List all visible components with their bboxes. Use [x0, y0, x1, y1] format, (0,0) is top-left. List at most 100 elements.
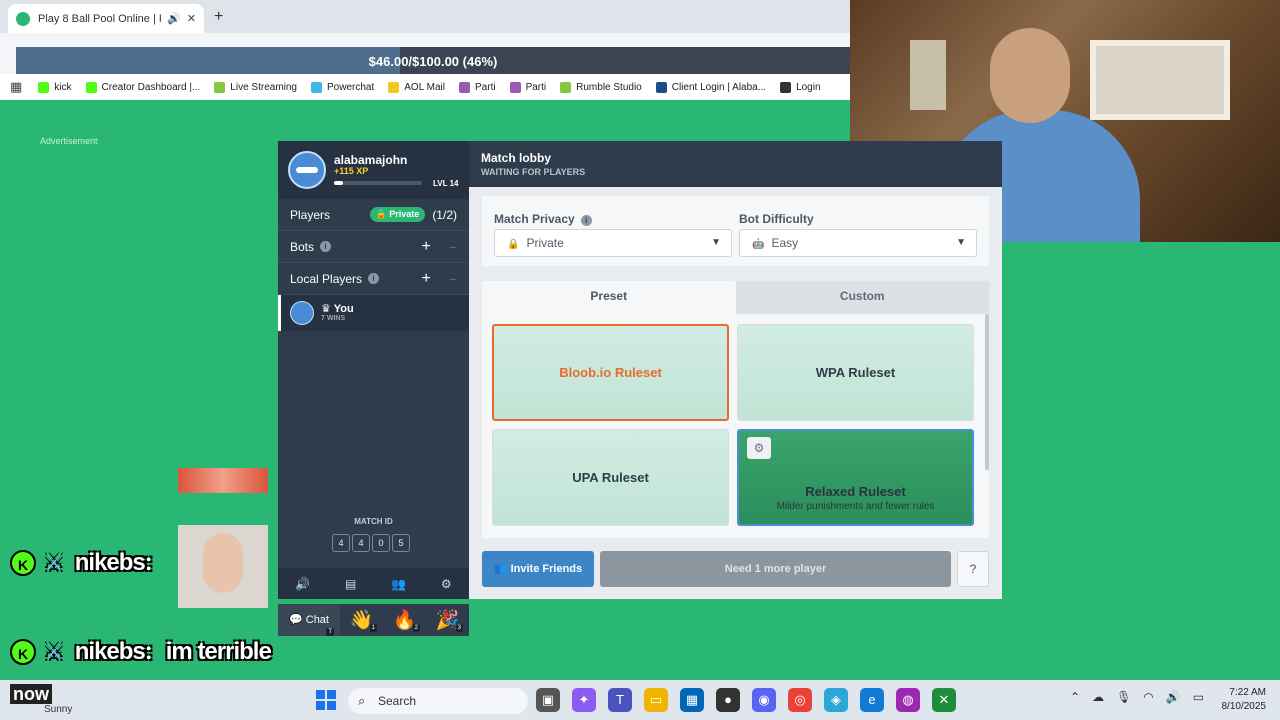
xbox-icon[interactable]: ✕: [932, 688, 956, 712]
player-entry[interactable]: ♛ You 7 WINS: [278, 295, 469, 331]
wifi-icon[interactable]: ◠: [1143, 690, 1153, 704]
bookmark-item[interactable]: Login: [780, 81, 821, 93]
ruleset-card-bloob[interactable]: Bloob.io Ruleset: [492, 324, 729, 421]
match-privacy-label-text: Match Privacy: [494, 212, 575, 226]
ruleset-card-relaxed[interactable]: ⚙ Relaxed Ruleset Milder punishments and…: [737, 429, 974, 526]
add-bot-button[interactable]: +: [421, 238, 430, 256]
chat-button[interactable]: 💬 Chat T: [278, 604, 340, 636]
players-count: (1/2): [432, 207, 457, 222]
tab-custom[interactable]: Custom: [735, 281, 989, 314]
kick-logo-icon: K: [10, 550, 36, 576]
viewer-cam-strip: [178, 468, 268, 493]
bookmark-item[interactable]: Live Streaming: [214, 81, 297, 93]
bot-difficulty-select[interactable]: 🤖 Easy ▼: [739, 229, 977, 257]
bookmark-label: Creator Dashboard |...: [101, 81, 201, 93]
invite-friends-button[interactable]: 👥 Invite Friends: [482, 551, 594, 587]
local-players-row: Local Players i + −: [278, 263, 469, 295]
help-button[interactable]: ?: [957, 551, 989, 587]
invite-friends-label: Invite Friends: [510, 563, 583, 575]
taskbar-apps: ▣ ✦ T ▭ ▦ ● ◉ ◎ ◈ e ◍ ✕: [536, 688, 956, 712]
file-explorer-icon[interactable]: ▭: [644, 688, 668, 712]
bookmark-item[interactable]: kick: [38, 81, 72, 93]
bookmark-item[interactable]: AOL Mail: [388, 81, 445, 93]
ruleset-card-upa[interactable]: UPA Ruleset: [492, 429, 729, 526]
new-tab-button[interactable]: +: [214, 8, 223, 26]
app-icon[interactable]: ◈: [824, 688, 848, 712]
start-match-button[interactable]: Need 1 more player: [600, 551, 951, 587]
bookmark-item[interactable]: Parti: [509, 81, 546, 93]
tab-preset[interactable]: Preset: [482, 281, 736, 314]
teams-icon[interactable]: T: [608, 688, 632, 712]
weather-widget[interactable]: now Sunny: [10, 684, 90, 715]
bookmark-favicon-icon: [780, 81, 792, 93]
bookmark-item[interactable]: Parti: [459, 81, 496, 93]
xp-progress-bar: [334, 181, 422, 185]
fire-emoji-button[interactable]: 🔥 2: [383, 608, 426, 632]
party-emoji-button[interactable]: 🎉 3: [426, 608, 469, 632]
edge-icon[interactable]: e: [860, 688, 884, 712]
bookmark-item[interactable]: Client Login | Alaba...: [655, 81, 766, 93]
kick-logo-icon: K: [10, 639, 36, 665]
username: alabamajohn: [334, 153, 408, 167]
battery-icon[interactable]: ▭: [1193, 690, 1204, 704]
ruleset-tabs: Preset Custom: [482, 281, 989, 314]
volume-icon[interactable]: 🔊: [1166, 690, 1181, 704]
app-icon[interactable]: ◍: [896, 688, 920, 712]
ruleset-name: Bloob.io Ruleset: [559, 365, 662, 380]
obs-icon[interactable]: ●: [716, 688, 740, 712]
wave-emoji-button[interactable]: 👋 1: [340, 608, 383, 632]
add-local-player-button[interactable]: +: [421, 270, 430, 288]
gear-icon[interactable]: ⚙: [441, 577, 452, 591]
microphone-icon[interactable]: 🎙: [1116, 690, 1131, 704]
ruleset-description: Milder punishments and fewer rules: [776, 500, 935, 512]
windows-start-icon[interactable]: [316, 690, 336, 710]
taskbar-search[interactable]: ⌕ Search: [348, 688, 528, 714]
discord-icon[interactable]: ◉: [752, 688, 776, 712]
match-id-label: MATCH ID: [354, 517, 393, 526]
avatar[interactable]: [288, 151, 326, 189]
close-tab-icon[interactable]: ✕: [187, 12, 196, 25]
bots-row: Bots i + −: [278, 231, 469, 263]
bookmark-label: Powerchat: [327, 81, 375, 93]
info-icon[interactable]: i: [580, 215, 592, 226]
ruleset-name: WPA Ruleset: [815, 365, 896, 380]
match-id-digit: 4: [332, 534, 350, 552]
players-label: Players: [290, 207, 331, 222]
xp-gain: +115 XP: [334, 166, 369, 176]
player-avatar: [290, 301, 314, 325]
copilot-icon[interactable]: ✦: [572, 688, 596, 712]
lobby-title: Match lobby: [481, 151, 552, 165]
bookmark-list: kick Creator Dashboard |... Live Streaming…: [38, 81, 834, 93]
friends-icon[interactable]: 👥: [391, 577, 406, 591]
store-icon[interactable]: ▦: [680, 688, 704, 712]
bookmark-item[interactable]: Creator Dashboard |...: [85, 81, 201, 93]
browser-tab-strip: Play 8 Ball Pool Online | Fre 🔊 ✕ +: [0, 0, 850, 33]
remove-local-player-button[interactable]: −: [449, 271, 457, 287]
gear-icon[interactable]: ⚙: [747, 437, 771, 459]
chevron-up-icon[interactable]: ⌃: [1070, 690, 1080, 704]
browser-tab[interactable]: Play 8 Ball Pool Online | Fre 🔊 ✕: [8, 4, 204, 33]
sword-badge-icon: ⚔: [44, 639, 64, 664]
sound-icon[interactable]: 🔊: [295, 577, 310, 591]
privacy-badge: 🔒 Private: [369, 207, 426, 222]
ruleset-scrollbar[interactable]: [985, 314, 989, 470]
bookmark-item[interactable]: Powerchat: [311, 81, 375, 93]
chevron-down-icon: ▼: [956, 237, 966, 248]
cloud-icon[interactable]: ☁: [1092, 690, 1104, 704]
xp-progress-fill: [334, 181, 343, 185]
donation-goal-text: $46.00/$100.00 (46%): [368, 54, 498, 69]
info-icon[interactable]: i: [368, 273, 380, 284]
news-icon[interactable]: ▤: [345, 577, 356, 591]
chrome-icon[interactable]: ◎: [788, 688, 812, 712]
taskbar-clock[interactable]: 7:22 AM 8/10/2025: [1216, 686, 1267, 714]
bookmark-label: Login: [796, 81, 821, 93]
info-icon[interactable]: i: [320, 241, 332, 252]
remove-bot-button[interactable]: −: [449, 239, 457, 255]
speaker-icon[interactable]: 🔊: [167, 12, 181, 25]
match-privacy-select[interactable]: 🔒 Private ▼: [494, 229, 732, 257]
apps-grid-icon[interactable]: ▦: [10, 79, 22, 95]
ruleset-card-wpa[interactable]: WPA Ruleset: [737, 324, 974, 421]
player-name: ♛ You: [321, 302, 354, 315]
terminal-icon[interactable]: ▣: [536, 688, 560, 712]
bookmark-item[interactable]: Rumble Studio: [560, 81, 642, 93]
